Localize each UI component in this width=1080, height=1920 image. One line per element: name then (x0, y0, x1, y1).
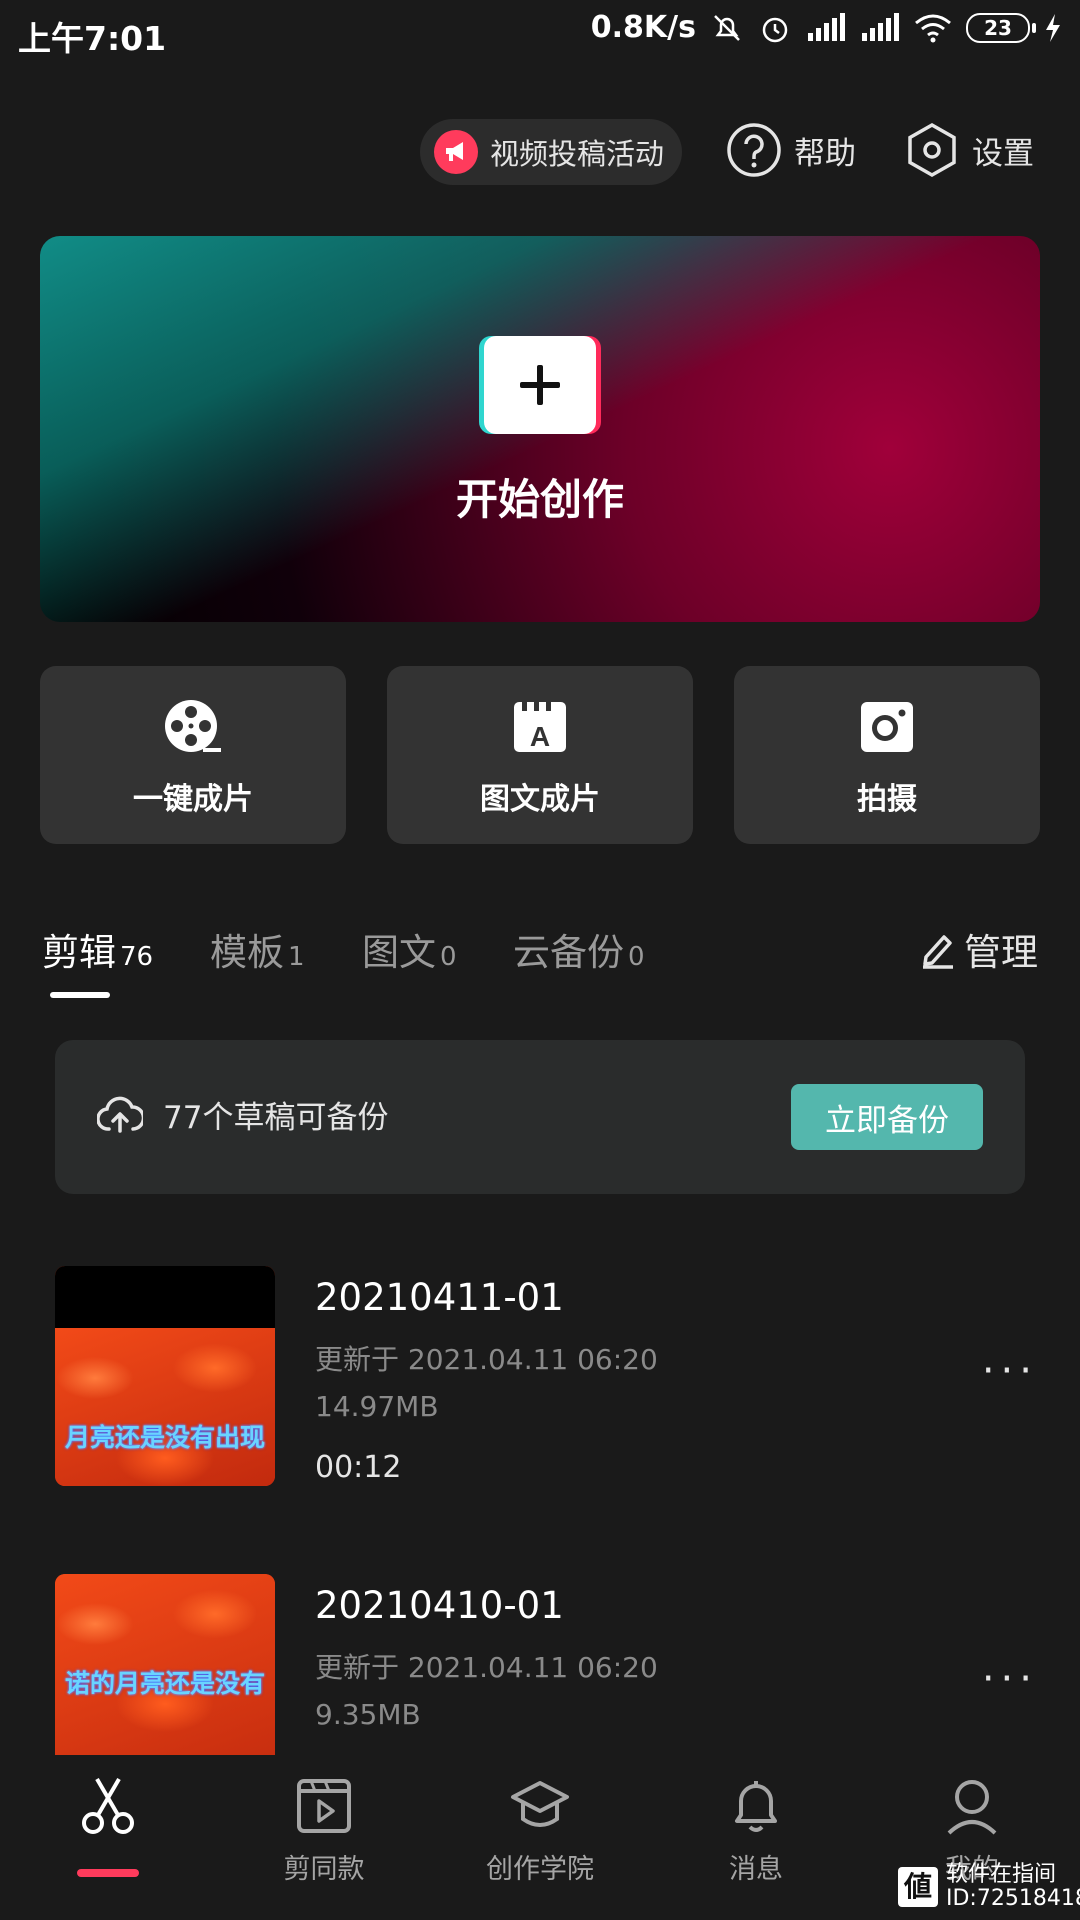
wifi-icon (915, 14, 951, 42)
tab-label: 模板 (210, 931, 284, 974)
settings-button[interactable]: 设置 (904, 122, 1034, 178)
film-reel-icon (163, 696, 223, 756)
card-label: 图文成片 (480, 782, 600, 817)
cloud-upload-icon (97, 1096, 143, 1133)
nav-edit[interactable] (0, 1775, 216, 1837)
tab-image-text[interactable]: 图文 0 (362, 922, 457, 976)
profile-icon (941, 1775, 1003, 1837)
help-button[interactable]: 帮助 (726, 122, 856, 178)
draft-thumbnail[interactable]: 月亮还是没有出现 (55, 1266, 275, 1486)
bell-icon (725, 1775, 787, 1837)
draft-size: 14.97MB (315, 1390, 439, 1423)
settings-label: 设置 (972, 135, 1034, 172)
status-time: 上午7:01 (18, 19, 167, 58)
tab-label: 剪辑 (42, 931, 116, 974)
watermark: 値 软件在指间 ID:72518418 (898, 1863, 1080, 1911)
more-options-icon[interactable]: ··· (982, 1348, 1038, 1394)
watermark-line2: ID:72518418 (946, 1886, 1080, 1911)
tab-label: 图文 (362, 931, 436, 974)
tab-count: 1 (288, 942, 305, 972)
draft-duration: 00:12 (315, 1450, 402, 1485)
plus-icon (484, 336, 596, 434)
svg-text:A: A (530, 721, 550, 752)
battery-indicator: 23 (966, 12, 1036, 43)
battery-level: 23 (984, 15, 1012, 40)
status-bar: 上午7:01 0.8K/s 23 (0, 0, 1080, 66)
megaphone-icon (434, 130, 478, 174)
backup-now-button[interactable]: 立即备份 (791, 1084, 983, 1150)
tab-count: 76 (120, 942, 154, 972)
tab-edit[interactable]: 剪辑 76 (42, 922, 153, 976)
draft-title: 20210410-01 (315, 1584, 564, 1627)
more-options-icon[interactable]: ··· (982, 1656, 1038, 1702)
card-label: 一键成片 (133, 782, 253, 817)
letterbox-bar (55, 1266, 275, 1328)
draft-title: 20210411-01 (315, 1276, 564, 1319)
nav-academy[interactable]: 创作学院 (432, 1775, 648, 1886)
manage-button[interactable]: 管理 (920, 922, 1038, 976)
network-speed: 0.8K/s (590, 10, 696, 45)
template-play-icon (293, 1775, 355, 1837)
draft-item[interactable]: 月亮还是没有出现 20210411-01 更新于 2021.04.11 06:2… (55, 1266, 1080, 1486)
tab-count: 0 (628, 942, 645, 972)
tab-label: 云备份 (513, 931, 624, 974)
draft-item[interactable]: 诺的月亮还是没有 20210410-01 更新于 2021.04.11 06:2… (55, 1574, 1080, 1755)
signal-icon-2 (862, 12, 899, 41)
active-nav-indicator (77, 1869, 139, 1877)
active-tab-indicator (50, 992, 110, 998)
backup-text: 77个草稿可备份 (163, 1100, 389, 1136)
nav-label: 创作学院 (486, 1854, 594, 1885)
watermark-logo: 値 (898, 1867, 938, 1907)
backup-banner: 77个草稿可备份 立即备份 (55, 1040, 1025, 1194)
camera-icon (857, 696, 917, 756)
start-creating-banner[interactable]: 开始创作 (40, 236, 1040, 622)
help-label: 帮助 (794, 135, 856, 172)
nav-messages[interactable]: 消息 (648, 1775, 864, 1886)
graduation-cap-icon (509, 1775, 571, 1837)
one-click-video-card[interactable]: 一键成片 (40, 666, 346, 844)
manage-label: 管理 (964, 931, 1038, 974)
nav-label: 剪同款 (283, 1854, 365, 1885)
tab-cloud-backup[interactable]: 云备份 0 (513, 922, 645, 976)
card-label: 拍摄 (857, 782, 917, 817)
signal-icon (808, 12, 845, 41)
campaign-label: 视频投稿活动 (490, 137, 665, 171)
video-campaign-button[interactable]: 视频投稿活动 (420, 119, 682, 185)
text-to-video-card[interactable]: A 图文成片 (387, 666, 693, 844)
charging-icon (1046, 13, 1060, 42)
watermark-line1: 软件在指间 (946, 1862, 1057, 1887)
draft-thumbnail[interactable]: 诺的月亮还是没有 (55, 1574, 275, 1755)
thumbnail-subtitle: 诺的月亮还是没有 (64, 1669, 265, 1698)
edit-pencil-icon (923, 935, 953, 969)
start-creating-label: 开始创作 (455, 475, 624, 524)
settings-hexagon-icon (908, 122, 956, 178)
alarm-icon (762, 17, 788, 42)
scissors-icon (77, 1775, 139, 1837)
nav-templates[interactable]: 剪同款 (216, 1775, 432, 1886)
backup-info: 77个草稿可备份 (97, 1092, 388, 1137)
draft-updated: 更新于 2021.04.11 06:20 (315, 1651, 658, 1684)
tab-count: 0 (440, 942, 457, 972)
thumbnail-subtitle: 月亮还是没有出现 (64, 1423, 265, 1452)
mute-icon (714, 14, 740, 41)
draft-updated: 更新于 2021.04.11 06:20 (315, 1343, 658, 1376)
watermark-text: 软件在指间 ID:72518418 (946, 1863, 1080, 1911)
text-clapper-icon: A (510, 696, 570, 756)
shoot-card[interactable]: 拍摄 (734, 666, 1040, 844)
draft-size: 9.35MB (315, 1698, 421, 1731)
tab-templates[interactable]: 模板 1 (210, 922, 305, 976)
help-icon (727, 123, 781, 177)
flower-image (55, 1328, 275, 1486)
status-indicators: 0.8K/s 23 (591, 10, 1062, 45)
nav-label: 消息 (729, 1854, 783, 1885)
